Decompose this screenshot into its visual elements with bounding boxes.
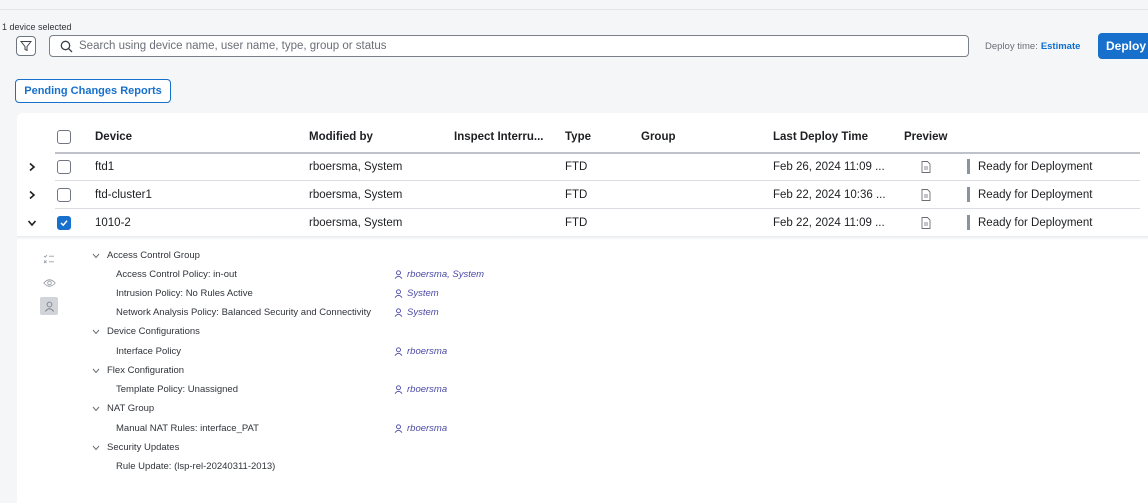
- row-checkbox-checked[interactable]: [57, 216, 71, 230]
- row-divider: [55, 208, 1140, 209]
- user-icon: [394, 385, 403, 394]
- chevron-down-icon[interactable]: [27, 218, 37, 228]
- row-checkbox[interactable]: [57, 188, 71, 202]
- search-box[interactable]: [49, 35, 969, 57]
- device-type: FTD: [565, 217, 588, 229]
- device-type: FTD: [565, 161, 588, 173]
- document-icon[interactable]: [921, 161, 931, 173]
- chevron-down-icon: [92, 368, 100, 373]
- select-all-checkbox[interactable]: [57, 130, 71, 144]
- user-name: System: [407, 288, 439, 299]
- eye-icon: [42, 279, 56, 287]
- group-device-configurations[interactable]: Device Configurations: [92, 326, 200, 337]
- chevron-right-icon[interactable]: [27, 190, 37, 200]
- group-label: Device Configurations: [107, 326, 200, 337]
- column-header-group[interactable]: Group: [641, 131, 676, 143]
- modified-by-user[interactable]: rboersma, System: [394, 269, 484, 280]
- column-header-type[interactable]: Type: [565, 131, 591, 143]
- deployment-page: 1 device selected Deploy time:Estimate D…: [0, 0, 1148, 503]
- modified-by: rboersma, System: [309, 217, 403, 229]
- modified-by-user[interactable]: rboersma: [394, 384, 447, 395]
- preview-view-button[interactable]: [40, 274, 58, 292]
- column-header-last-deploy-time[interactable]: Last Deploy Time: [773, 131, 868, 143]
- column-header-preview[interactable]: Preview: [904, 131, 947, 143]
- policy-item: Interface Policy: [116, 346, 181, 357]
- deploy-time-label: Deploy time:: [985, 41, 1038, 52]
- checklist-view-button[interactable]: [40, 250, 58, 268]
- status-indicator: [967, 215, 970, 230]
- last-deploy-time: Feb 22, 2024 10:36 ...: [773, 189, 886, 201]
- chevron-down-icon: [92, 253, 100, 258]
- user-icon: [394, 347, 403, 356]
- deploy-time: Deploy time: Estimate: [985, 41, 1080, 52]
- chevron-down-icon: [92, 445, 100, 450]
- user-icon: [44, 301, 54, 312]
- modified-by-user[interactable]: System: [394, 307, 439, 318]
- checklist-icon: [43, 254, 54, 264]
- last-deploy-time: Feb 26, 2024 11:09 ...: [773, 161, 885, 173]
- status-indicator: [967, 187, 970, 202]
- user-name: rboersma, System: [407, 269, 485, 280]
- policy-item: Network Analysis Policy: Balanced Securi…: [116, 307, 372, 318]
- column-header-device[interactable]: Device: [95, 131, 132, 143]
- user-name: rboersma: [407, 384, 448, 395]
- search-icon: [60, 40, 73, 52]
- status-indicator: [967, 159, 970, 174]
- modified-by: rboersma, System: [309, 189, 403, 201]
- selection-count: 1 device selected: [2, 22, 72, 32]
- group-nat[interactable]: NAT Group: [92, 403, 154, 414]
- user-name: rboersma: [407, 346, 448, 357]
- filter-icon: [20, 41, 32, 52]
- device-name: ftd1: [95, 161, 115, 173]
- modified-by-user[interactable]: rboersma: [394, 346, 447, 357]
- modified-by-user[interactable]: rboersma: [394, 423, 447, 434]
- chevron-down-icon: [92, 406, 100, 411]
- search-input[interactable]: [79, 40, 968, 52]
- modified-by: rboersma, System: [309, 161, 403, 173]
- deployment-status: Ready for Deployment: [978, 217, 1093, 229]
- estimate-link[interactable]: Estimate: [1041, 41, 1081, 52]
- group-label: Access Control Group: [107, 250, 200, 261]
- chevron-down-icon: [92, 329, 100, 334]
- device-type: FTD: [565, 189, 588, 201]
- user-name: rboersma: [407, 423, 448, 434]
- group-label: Security Updates: [107, 442, 180, 453]
- deployment-status: Ready for Deployment: [978, 161, 1093, 173]
- top-divider: [0, 9, 1148, 10]
- header-divider: [55, 152, 1140, 154]
- group-access-control[interactable]: Access Control Group: [92, 250, 200, 261]
- checkmark-icon: [60, 220, 68, 227]
- column-header-modified-by[interactable]: Modified by: [309, 131, 373, 143]
- user-icon: [394, 424, 403, 433]
- group-security-updates[interactable]: Security Updates: [92, 442, 179, 453]
- user-icon: [394, 289, 403, 298]
- policy-item: Template Policy: Unassigned: [116, 384, 238, 395]
- user-icon: [394, 270, 403, 279]
- user-name: System: [407, 307, 439, 318]
- group-label: NAT Group: [107, 403, 155, 414]
- deploy-button[interactable]: Deploy: [1098, 33, 1148, 59]
- modified-by-user[interactable]: System: [394, 288, 439, 299]
- filter-button[interactable]: [16, 36, 36, 56]
- policy-item: Intrusion Policy: No Rules Active: [116, 288, 253, 299]
- policy-item: Manual NAT Rules: interface_PAT: [116, 423, 259, 434]
- group-label: Flex Configuration: [107, 365, 185, 376]
- detail-divider: [17, 236, 1148, 240]
- group-flex-configuration[interactable]: Flex Configuration: [92, 365, 184, 376]
- row-divider: [55, 180, 1140, 181]
- column-header-inspect-interruption[interactable]: Inspect Interru...: [454, 131, 543, 143]
- device-name: ftd-cluster1: [95, 189, 152, 201]
- pending-changes-reports-button[interactable]: Pending Changes Reports: [15, 79, 171, 103]
- deployment-status: Ready for Deployment: [978, 189, 1093, 201]
- user-view-button[interactable]: [40, 297, 58, 315]
- document-icon[interactable]: [921, 189, 931, 201]
- last-deploy-time: Feb 22, 2024 11:09 ...: [773, 217, 885, 229]
- document-icon[interactable]: [921, 217, 931, 229]
- chevron-right-icon[interactable]: [27, 162, 37, 172]
- device-name: 1010-2: [95, 217, 131, 229]
- policy-item: Access Control Policy: in-out: [116, 269, 237, 280]
- user-icon: [394, 308, 403, 317]
- policy-item: Rule Update: (lsp-rel-20240311-2013): [116, 461, 276, 472]
- row-checkbox[interactable]: [57, 160, 71, 174]
